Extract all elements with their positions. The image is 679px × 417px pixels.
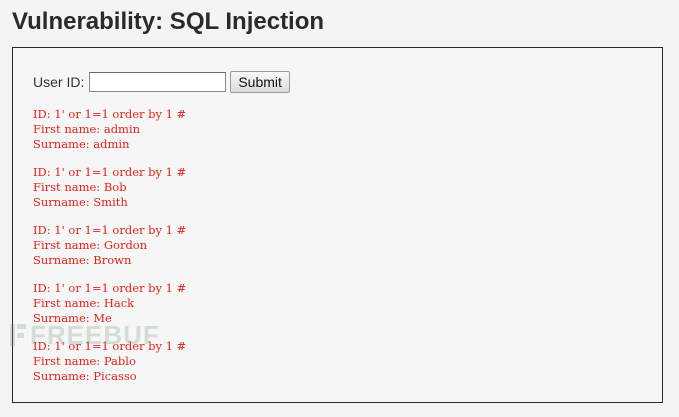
result-id-line: ID: 1' or 1=1 order by 1 # bbox=[33, 223, 187, 237]
result-id-line: ID: 1' or 1=1 order by 1 # bbox=[33, 107, 187, 121]
result-surname-line: Surname: admin bbox=[33, 137, 130, 151]
result-block: ID: 1' or 1=1 order by 1 # First name: Go… bbox=[33, 223, 186, 268]
result-id-line: ID: 1' or 1=1 order by 1 # bbox=[33, 165, 187, 179]
result-surname-line: Surname: Smith bbox=[33, 195, 128, 209]
result-surname-line: Surname: Picasso bbox=[33, 369, 137, 383]
result-first-name-line: First name: Bob bbox=[33, 180, 127, 194]
result-surname-line: Surname: Brown bbox=[33, 253, 132, 267]
result-block: ID: 1' or 1=1 order by 1 # First name: Bo… bbox=[33, 165, 186, 210]
freebuf-logo-icon bbox=[8, 321, 28, 349]
watermark-text: FREEBUF bbox=[30, 320, 160, 350]
result-block: ID: 1' or 1=1 order by 1 # First name: ad… bbox=[33, 107, 186, 152]
user-id-input[interactable] bbox=[89, 72, 227, 92]
freebuf-watermark: FREEBUF bbox=[8, 321, 160, 349]
submit-button[interactable]: Submit bbox=[230, 71, 290, 93]
user-id-label: User ID: bbox=[33, 74, 85, 90]
page-title: Vulnerability: SQL Injection bbox=[12, 8, 325, 35]
result-id-line: ID: 1' or 1=1 order by 1 # bbox=[33, 281, 187, 295]
result-first-name-line: First name: Pablo bbox=[33, 354, 136, 368]
query-results: ID: 1' or 1=1 order by 1 # First name: ad… bbox=[33, 107, 186, 397]
result-first-name-line: First name: Hack bbox=[33, 296, 135, 310]
result-first-name-line: First name: admin bbox=[33, 122, 141, 136]
result-first-name-line: First name: Gordon bbox=[33, 238, 148, 252]
user-id-form: User ID: Submit bbox=[33, 70, 290, 94]
